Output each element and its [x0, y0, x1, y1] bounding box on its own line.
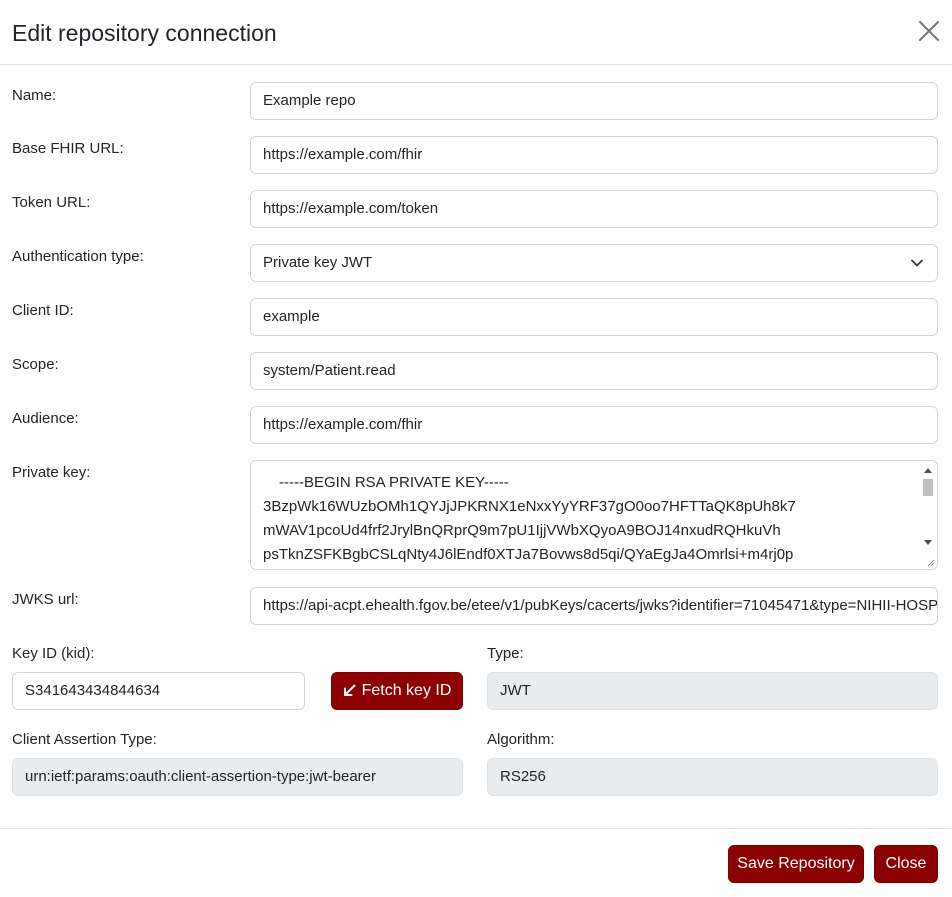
edit-repository-dialog: Edit repository connection Name: Example… [0, 0, 952, 897]
token-url-label: Token URL: [12, 194, 91, 211]
scope-input[interactable]: system/Patient.read [250, 352, 938, 390]
jwks-url-input[interactable]: https://api-acpt.ehealth.fgov.be/etee/v1… [250, 587, 938, 625]
scroll-up-arrow-icon[interactable] [924, 468, 932, 473]
type-field: JWT [487, 672, 938, 710]
client-assertion-type-label: Client Assertion Type: [12, 731, 157, 748]
client-id-label: Client ID: [12, 302, 74, 319]
algorithm-field: RS256 [487, 758, 938, 796]
private-key-textarea[interactable]: -----BEGIN RSA PRIVATE KEY----- 3BzpWk16… [250, 460, 938, 570]
auth-type-value: Private key JWT [263, 254, 373, 271]
save-repository-button[interactable]: Save Repository [728, 845, 864, 883]
private-key-line: -----BEGIN RSA PRIVATE KEY----- [279, 474, 509, 491]
key-id-input[interactable]: S341643434844634 [12, 672, 305, 710]
footer-divider [0, 828, 952, 829]
audience-input[interactable]: https://example.com/fhir [250, 406, 938, 444]
auth-type-label: Authentication type: [12, 248, 144, 265]
scope-label: Scope: [12, 356, 59, 373]
fetch-key-id-label: Fetch key ID [361, 682, 452, 699]
private-key-line: 3BzpWk16WUzbOMh1QYJjJPKRNX1eNxxYyYRF37gO… [263, 498, 796, 515]
scrollbar-thumb[interactable] [923, 479, 933, 496]
private-key-line: mWAV1pcoUd4frf2JrylBnQRprQ9m7pU1IjjVWbXQ… [263, 522, 781, 539]
fetch-key-id-button[interactable]: Fetch key ID [331, 672, 463, 710]
auth-type-select[interactable]: Private key JWT [250, 244, 938, 282]
private-key-line: psTknZSFKBgbCSLqNty4J6lEndf0XTJa7Bovws8d… [263, 546, 794, 563]
dialog-header: Edit repository connection [0, 0, 952, 65]
arrow-down-left-icon [343, 684, 356, 697]
token-url-input[interactable]: https://example.com/token [250, 190, 938, 228]
textarea-scrollbar[interactable] [920, 462, 936, 568]
name-input[interactable]: Example repo [250, 82, 938, 120]
close-button[interactable]: Close [874, 845, 938, 883]
jwks-url-label: JWKS url: [12, 591, 79, 608]
scroll-down-arrow-icon[interactable] [924, 540, 932, 545]
private-key-label: Private key: [12, 464, 91, 481]
audience-label: Audience: [12, 410, 79, 427]
type-label: Type: [487, 645, 524, 662]
name-label: Name: [12, 87, 57, 104]
chevron-down-icon [911, 259, 923, 267]
base-url-input[interactable]: https://example.com/fhir [250, 136, 938, 174]
client-assertion-type-field: urn:ietf:params:oauth:client-assertion-t… [12, 758, 463, 796]
dialog-title: Edit repository connection [12, 20, 277, 46]
resize-grip-icon[interactable] [925, 557, 935, 567]
algorithm-label: Algorithm: [487, 731, 555, 748]
key-id-label: Key ID (kid): [12, 645, 95, 662]
base-url-label: Base FHIR URL: [12, 140, 124, 157]
client-id-input[interactable]: example [250, 298, 938, 336]
close-icon[interactable] [918, 20, 940, 42]
